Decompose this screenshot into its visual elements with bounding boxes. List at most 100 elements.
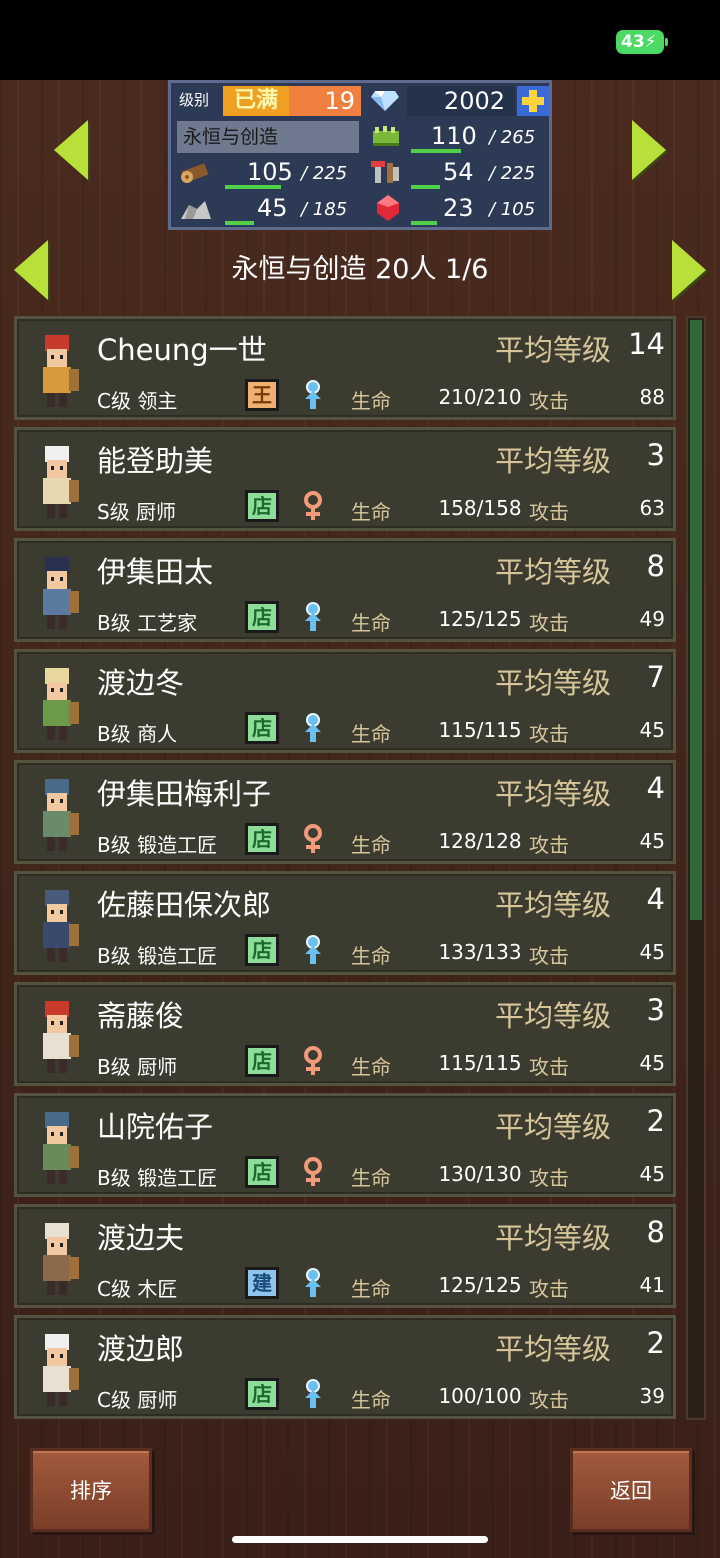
tools-value: 54 [443, 158, 474, 186]
avg-level-label: 平均等级 [495, 333, 612, 367]
resident-grade: B级 商人 [97, 722, 178, 746]
level-value: 19 [324, 87, 355, 115]
avg-level-value: 4 [646, 771, 665, 805]
wood-value: 105 [247, 158, 293, 186]
resident-name: 渡边冬 [97, 666, 185, 700]
resident-name: 斋藤俊 [97, 999, 185, 1033]
resident-list[interactable]: Cheung一世 平均等级 14 C级 领主 王 生命 210/210 攻击 8… [14, 316, 676, 1420]
character-portrait-icon [43, 557, 79, 629]
prev-town-arrow-icon[interactable] [54, 120, 88, 180]
list-item[interactable]: 伊集田太 平均等级 8 B级 工艺家 店 生命 125/125 攻击 49 [14, 538, 676, 642]
page-title: 永恒与创造 20人 1/6 [231, 254, 489, 285]
character-portrait-icon [43, 335, 79, 407]
status-bar: 43⚡ [0, 0, 720, 80]
resource-panel: 级别 已满 19 2002 永恒与创造 110 / 265 105 / 225 [168, 80, 552, 230]
list-item[interactable]: 佐藤田保次郎 平均等级 4 B级 锻造工匠 店 生命 133/133 攻击 45 [14, 871, 676, 975]
attack-label: 攻击 [529, 389, 569, 413]
attack-label: 攻击 [529, 1166, 569, 1190]
ruby-value: 23 [443, 194, 474, 222]
attack-value: 45 [639, 718, 665, 742]
hp-label: 生命 [351, 389, 391, 413]
resident-name: 山院佑子 [97, 1110, 214, 1144]
character-portrait-icon [43, 1334, 79, 1406]
character-portrait-icon [43, 1223, 79, 1295]
list-item[interactable]: 渡边郎 平均等级 2 C级 厨师 店 生命 100/100 攻击 39 [14, 1315, 676, 1419]
scrollbar[interactable] [686, 316, 706, 1420]
female-icon [301, 1045, 325, 1077]
avg-level-value: 2 [646, 1104, 665, 1138]
food-bar [411, 149, 461, 153]
stone-value: 45 [257, 194, 288, 222]
wood-icon [181, 163, 209, 183]
hp-value: 128/128 [438, 829, 522, 853]
hp-label: 生命 [351, 944, 391, 968]
resident-grade: C级 木匠 [97, 1277, 178, 1301]
job-badge-icon: 店 [245, 490, 279, 522]
list-item[interactable]: 渡边夫 平均等级 8 C级 木匠 建 生命 125/125 攻击 41 [14, 1204, 676, 1308]
level-label: 级别 [179, 91, 210, 109]
resident-name: 伊集田太 [97, 555, 214, 589]
food-icon [373, 126, 399, 146]
avg-level-label: 平均等级 [495, 444, 612, 478]
diamond-icon [371, 91, 399, 111]
attack-value: 63 [639, 496, 665, 520]
ruby-bar [411, 221, 437, 225]
resident-grade: S级 厨师 [97, 500, 177, 524]
character-portrait-icon [43, 1001, 79, 1073]
attack-label: 攻击 [529, 611, 569, 635]
resident-name: 能登助美 [97, 444, 214, 478]
list-item[interactable]: 山院佑子 平均等级 2 B级 锻造工匠 店 生命 130/130 攻击 45 [14, 1093, 676, 1197]
resident-name: 佐藤田保次郎 [97, 888, 272, 922]
job-badge-icon: 店 [245, 1378, 279, 1410]
back-button[interactable]: 返回 [570, 1448, 692, 1532]
battery-indicator: 43⚡ [616, 30, 664, 54]
avg-level-value: 7 [646, 660, 665, 694]
avg-level-label: 平均等级 [495, 1110, 612, 1144]
avg-level-value: 3 [646, 438, 665, 472]
next-page-arrow-icon[interactable] [672, 240, 706, 300]
avg-level-label: 平均等级 [495, 1332, 612, 1366]
job-badge-icon: 店 [245, 601, 279, 633]
next-town-arrow-icon[interactable] [632, 120, 666, 180]
hp-value: 115/115 [438, 718, 522, 742]
avg-level-label: 平均等级 [495, 777, 612, 811]
male-icon [301, 1378, 325, 1410]
hp-label: 生命 [351, 1055, 391, 1079]
resident-name: Cheung一世 [97, 333, 267, 367]
hp-value: 158/158 [438, 496, 522, 520]
resource-food: 110 / 265 [367, 121, 551, 153]
list-item[interactable]: 能登助美 平均等级 3 S级 厨师 店 生命 158/158 攻击 63 [14, 427, 676, 531]
attack-value: 45 [639, 1162, 665, 1186]
list-item[interactable]: 伊集田梅利子 平均等级 4 B级 锻造工匠 店 生命 128/128 攻击 45 [14, 760, 676, 864]
add-gems-button[interactable] [517, 86, 549, 116]
food-value: 110 [431, 122, 477, 150]
resource-wood: 105 / 225 [177, 157, 361, 189]
resource-ruby: 23 / 105 [367, 193, 551, 225]
job-badge-icon: 店 [245, 1045, 279, 1077]
tools-bar [411, 185, 440, 189]
attack-label: 攻击 [529, 1055, 569, 1079]
avg-level-value: 2 [646, 1326, 665, 1360]
resident-grade: B级 厨师 [97, 1055, 178, 1079]
resource-tools: 54 / 225 [367, 157, 551, 189]
list-item[interactable]: 斋藤俊 平均等级 3 B级 厨师 店 生命 115/115 攻击 45 [14, 982, 676, 1086]
food-max: / 265 [489, 127, 536, 148]
hp-label: 生命 [351, 1277, 391, 1301]
avg-level-label: 平均等级 [495, 555, 612, 589]
home-indicator[interactable] [232, 1536, 488, 1543]
job-badge-icon: 王 [245, 379, 279, 411]
tools-max: / 225 [489, 163, 536, 184]
list-item[interactable]: Cheung一世 平均等级 14 C级 领主 王 生命 210/210 攻击 8… [14, 316, 676, 420]
resident-name: 渡边郎 [97, 1332, 185, 1366]
list-item[interactable]: 渡边冬 平均等级 7 B级 商人 店 生命 115/115 攻击 45 [14, 649, 676, 753]
job-badge-icon: 建 [245, 1267, 279, 1299]
hp-label: 生命 [351, 1166, 391, 1190]
sort-button[interactable]: 排序 [30, 1448, 152, 1532]
attack-label: 攻击 [529, 1277, 569, 1301]
battery-level: 43 [621, 32, 645, 52]
male-icon [301, 712, 325, 744]
attack-label: 攻击 [529, 722, 569, 746]
hp-label: 生命 [351, 833, 391, 857]
avg-level-label: 平均等级 [495, 999, 612, 1033]
scrollbar-thumb[interactable] [690, 320, 702, 920]
